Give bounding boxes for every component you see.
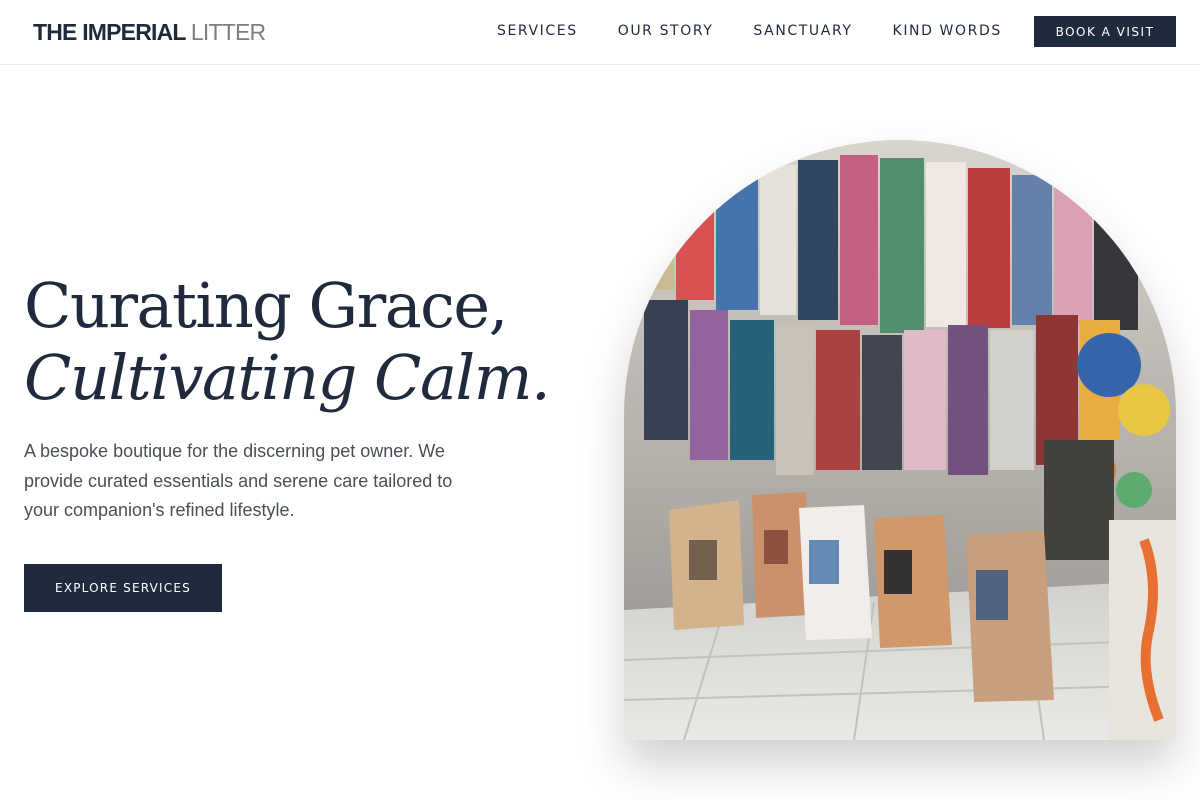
hero-title: Curating Grace, Cultivating Calm. [24, 269, 551, 414]
hero-title-line2: Cultivating Calm. [24, 341, 551, 414]
brand-name-bold: THE IMPERIAL [33, 19, 186, 45]
nav-link-sanctuary[interactable]: SANCTUARY [753, 21, 852, 41]
hero-description: A bespoke boutique for the discerning pe… [24, 441, 453, 520]
pet-shop-photo [624, 140, 1176, 740]
top-navbar: THE IMPERIAL LITTER SERVICES OUR STORY S… [0, 0, 1200, 65]
brand-name-light: LITTER [190, 19, 266, 45]
book-visit-button[interactable]: BOOK A VISIT [1034, 16, 1176, 47]
nav-link-our-story[interactable]: OUR STORY [618, 21, 714, 41]
hero-arch-image [624, 140, 1176, 740]
nav-link-kind-words[interactable]: KIND WORDS [893, 21, 1002, 41]
nav-links: SERVICES OUR STORY SANCTUARY KIND WORDS [497, 21, 1002, 41]
hero-title-line1: Curating Grace, [24, 269, 508, 342]
brand-logo[interactable]: THE IMPERIAL LITTER [33, 18, 266, 46]
explore-services-button[interactable]: EXPLORE SERVICES [24, 564, 222, 612]
nav-link-services[interactable]: SERVICES [497, 21, 578, 41]
